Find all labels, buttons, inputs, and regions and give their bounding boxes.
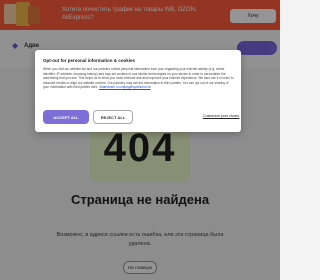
privacy-statement-link[interactable]: Заявление о конфиденциальности xyxy=(99,85,151,89)
cookie-consent-modal: Opt-out for personal information & cooki… xyxy=(35,50,241,132)
cookie-modal-title: Opt-out for personal information & cooki… xyxy=(43,58,136,63)
customize-choice-link[interactable]: Customize your choice xyxy=(203,114,239,118)
accept-all-button[interactable]: ACCEPT ALL xyxy=(43,110,89,124)
reject-all-button[interactable]: REJECT ALL xyxy=(93,110,133,124)
cookie-modal-body: When you visit our website we and our pa… xyxy=(43,67,235,90)
modal-backdrop xyxy=(0,0,280,280)
